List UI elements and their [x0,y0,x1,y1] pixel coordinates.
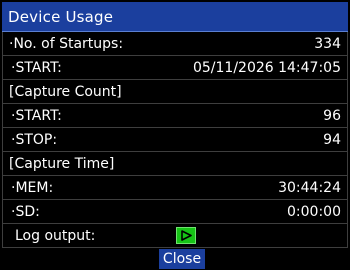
capture-count-section: [Capture Count] [3,80,347,104]
startups-start-value: 05/11/2026 14:47:05 [192,60,341,76]
capture-count-stop-row: ·STOP: 94 [3,128,347,152]
capture-time-mem-row: ·MEM: 30:44:24 [3,176,347,200]
log-output-label: Log output: [15,228,96,244]
startups-label: ·No. of Startups: [9,36,124,52]
capture-time-sd-value: 0:00:00 [287,204,341,220]
capture-count-heading: [Capture Count] [9,84,122,100]
log-output-row: Log output: [3,224,347,248]
capture-time-sd-label: ·SD: [11,204,40,220]
startups-start-row: ·START: 05/11/2026 14:47:05 [3,56,347,80]
capture-count-stop-value: 94 [323,132,341,148]
log-output-play-button[interactable] [176,227,196,244]
play-icon [181,230,192,241]
capture-time-heading: [Capture Time] [9,156,115,172]
close-button[interactable]: Close [159,249,205,269]
capture-time-section: [Capture Time] [3,152,347,176]
startups-start-label: ·START: [11,60,62,76]
usage-panel: ·No. of Startups: 334 ·START: 05/11/2026… [2,32,348,248]
footer-bar: Close [2,248,348,270]
page-title: Device Usage [8,8,114,26]
capture-time-mem-value: 30:44:24 [278,180,341,196]
startups-value: 334 [314,36,341,52]
capture-count-stop-label: ·STOP: [11,132,58,148]
device-usage-screen: Device Usage ·No. of Startups: 334 ·STAR… [0,0,350,270]
capture-count-start-label: ·START: [11,108,62,124]
title-bar: Device Usage [2,2,348,32]
capture-count-start-value: 96 [323,108,341,124]
capture-time-mem-label: ·MEM: [11,180,54,196]
startups-row: ·No. of Startups: 334 [3,32,347,56]
capture-time-sd-row: ·SD: 0:00:00 [3,200,347,224]
capture-count-start-row: ·START: 96 [3,104,347,128]
